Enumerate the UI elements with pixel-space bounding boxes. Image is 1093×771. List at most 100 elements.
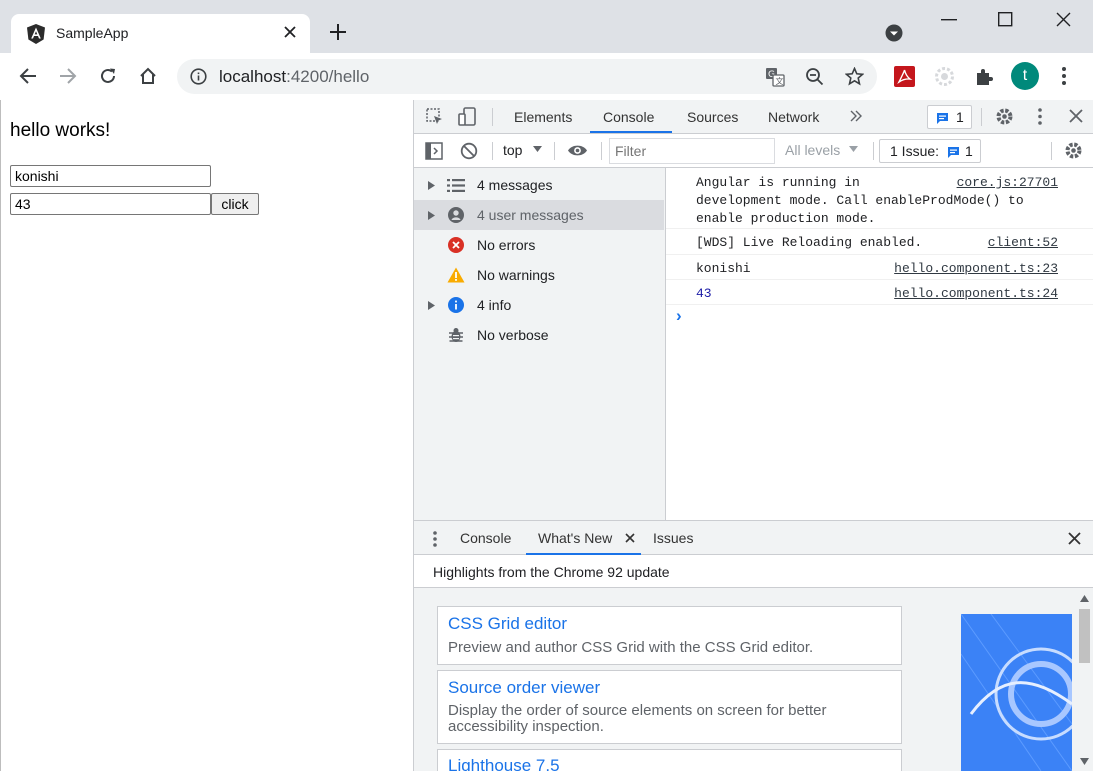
- home-icon[interactable]: [139, 67, 157, 85]
- bookmark-star-icon[interactable]: [845, 67, 864, 86]
- toolbar-divider: [554, 142, 555, 160]
- feature-card[interactable]: CSS Grid editor Preview and author CSS G…: [437, 606, 902, 665]
- feature-description: Display the order of source elements on …: [448, 702, 827, 719]
- more-tabs-icon[interactable]: [849, 109, 863, 123]
- prompt-chevron-icon: ›: [676, 306, 682, 325]
- settings-gear-icon[interactable]: [995, 107, 1014, 126]
- console-sidebar: 4 messages 4 user messages No errors No …: [414, 168, 666, 520]
- console-message[interactable]: konishi hello.component.ts:23: [666, 255, 1093, 280]
- devtools-panel: Elements Console Sources Network 1 top F…: [413, 100, 1093, 771]
- drawer-close-icon[interactable]: [1068, 532, 1081, 545]
- context-value: top: [503, 142, 523, 158]
- drawer-tab-issues[interactable]: Issues: [653, 521, 693, 555]
- console-toolbar: top All levels 1 Issue: 1: [414, 134, 1093, 168]
- chevron-down-icon: [533, 146, 542, 153]
- minimize-icon[interactable]: [941, 19, 957, 21]
- console-message[interactable]: Angular is running in development mode. …: [666, 168, 1093, 229]
- chrome-menu-icon[interactable]: [1062, 67, 1066, 85]
- angular-logo-icon: [25, 23, 47, 45]
- release-banner-image: [961, 614, 1072, 771]
- expand-arrow-icon: [428, 301, 435, 310]
- clear-console-icon[interactable]: [460, 142, 478, 160]
- feature-description: accessibility inspection.: [448, 718, 604, 735]
- window-close-icon[interactable]: [1056, 12, 1071, 27]
- issues-counter-button[interactable]: 1: [927, 105, 972, 129]
- issues-count: 1: [956, 109, 964, 125]
- sidebar-item-label: 4 info: [477, 297, 512, 313]
- console-message[interactable]: 43 hello.component.ts:24: [666, 280, 1093, 305]
- new-tab-icon[interactable]: [329, 23, 347, 41]
- device-toolbar-icon[interactable]: [458, 107, 478, 127]
- feature-card[interactable]: Source order viewer Display the order of…: [437, 670, 902, 744]
- console-message[interactable]: [WDS] Live Reloading enabled. client:52: [666, 229, 1093, 255]
- message-text: 43: [696, 286, 712, 301]
- maximize-icon[interactable]: [998, 12, 1013, 27]
- scrollbar[interactable]: [1077, 592, 1092, 771]
- feature-description: Preview and author CSS Grid with the CSS…: [448, 639, 814, 656]
- scroll-up-icon[interactable]: [1080, 595, 1089, 602]
- profile-avatar[interactable]: t: [1011, 62, 1039, 90]
- profile-initial: t: [1022, 67, 1028, 84]
- context-selector[interactable]: top: [503, 141, 545, 161]
- click-button[interactable]: click: [211, 193, 259, 215]
- tab-console[interactable]: Console: [603, 100, 654, 134]
- sidebar-toggle-icon[interactable]: [425, 142, 443, 160]
- sidebar-item-info[interactable]: 4 info: [414, 290, 664, 320]
- devtools-menu-icon[interactable]: [1038, 108, 1042, 125]
- console-settings-gear-icon[interactable]: [1064, 141, 1083, 160]
- list-icon: [447, 179, 465, 192]
- feature-title[interactable]: Lighthouse 7.5: [448, 756, 560, 771]
- filter-input[interactable]: [609, 138, 775, 164]
- zoom-icon[interactable]: [805, 67, 824, 86]
- drawer-tab-close-icon[interactable]: [625, 533, 635, 543]
- feature-title[interactable]: CSS Grid editor: [448, 614, 567, 634]
- drawer-menu-icon[interactable]: [433, 531, 437, 547]
- message-source-link[interactable]: hello.component.ts:23: [894, 261, 1058, 276]
- scroll-down-icon[interactable]: [1080, 758, 1089, 765]
- address-bar[interactable]: localhost:4200/hello G文: [177, 59, 877, 94]
- message-source-link[interactable]: hello.component.ts:24: [894, 286, 1058, 301]
- tab-network[interactable]: Network: [768, 100, 819, 134]
- tab-title: SampleApp: [56, 25, 129, 41]
- number-input[interactable]: [10, 193, 211, 215]
- svg-text:文: 文: [776, 76, 784, 86]
- sidebar-item-warnings[interactable]: No warnings: [414, 260, 664, 290]
- sidebar-item-messages[interactable]: 4 messages: [414, 170, 664, 200]
- live-expression-eye-icon[interactable]: [567, 143, 588, 158]
- browser-tab[interactable]: SampleApp: [11, 14, 310, 53]
- sidebar-item-errors[interactable]: No errors: [414, 230, 664, 260]
- message-source-link[interactable]: client:52: [988, 235, 1058, 250]
- translate-icon[interactable]: G文: [765, 67, 785, 87]
- log-levels-dropdown[interactable]: All levels: [785, 141, 863, 161]
- sidebar-item-label: No warnings: [477, 267, 555, 283]
- forward-icon[interactable]: [59, 67, 77, 85]
- error-icon: [448, 237, 464, 253]
- tab-search-icon[interactable]: [885, 24, 903, 42]
- url-host: localhost: [219, 67, 287, 86]
- url-text[interactable]: localhost:4200/hello: [219, 67, 369, 87]
- sidebar-item-user-messages[interactable]: 4 user messages: [414, 200, 664, 230]
- feature-title[interactable]: Source order viewer: [448, 678, 600, 698]
- scrollbar-thumb[interactable]: [1079, 609, 1090, 663]
- extension-gear-icon[interactable]: [934, 66, 955, 87]
- console-prompt[interactable]: ›: [666, 305, 1093, 329]
- tab-close-icon[interactable]: [282, 24, 298, 40]
- extensions-puzzle-icon[interactable]: [975, 67, 994, 86]
- pdf-extension-icon[interactable]: [894, 66, 915, 87]
- issues-button[interactable]: 1 Issue: 1: [879, 139, 981, 163]
- drawer-tab-bar: Console What's New Issues: [414, 520, 1093, 555]
- drawer-tab-whats-new[interactable]: What's New: [538, 521, 612, 555]
- message-source-link[interactable]: core.js:27701: [957, 175, 1058, 190]
- devtools-tab-bar: Elements Console Sources Network 1: [414, 100, 1093, 134]
- tab-elements[interactable]: Elements: [514, 100, 572, 134]
- sidebar-item-verbose[interactable]: No verbose: [414, 320, 664, 350]
- inspect-element-icon[interactable]: [426, 108, 444, 126]
- devtools-close-icon[interactable]: [1069, 109, 1083, 123]
- tab-sources[interactable]: Sources: [687, 100, 738, 134]
- feature-card[interactable]: Lighthouse 7.5: [437, 749, 902, 771]
- site-info-icon[interactable]: [190, 68, 207, 85]
- reload-icon[interactable]: [99, 67, 117, 85]
- back-icon[interactable]: [19, 67, 37, 85]
- drawer-tab-console[interactable]: Console: [460, 521, 511, 555]
- name-input[interactable]: [10, 165, 211, 187]
